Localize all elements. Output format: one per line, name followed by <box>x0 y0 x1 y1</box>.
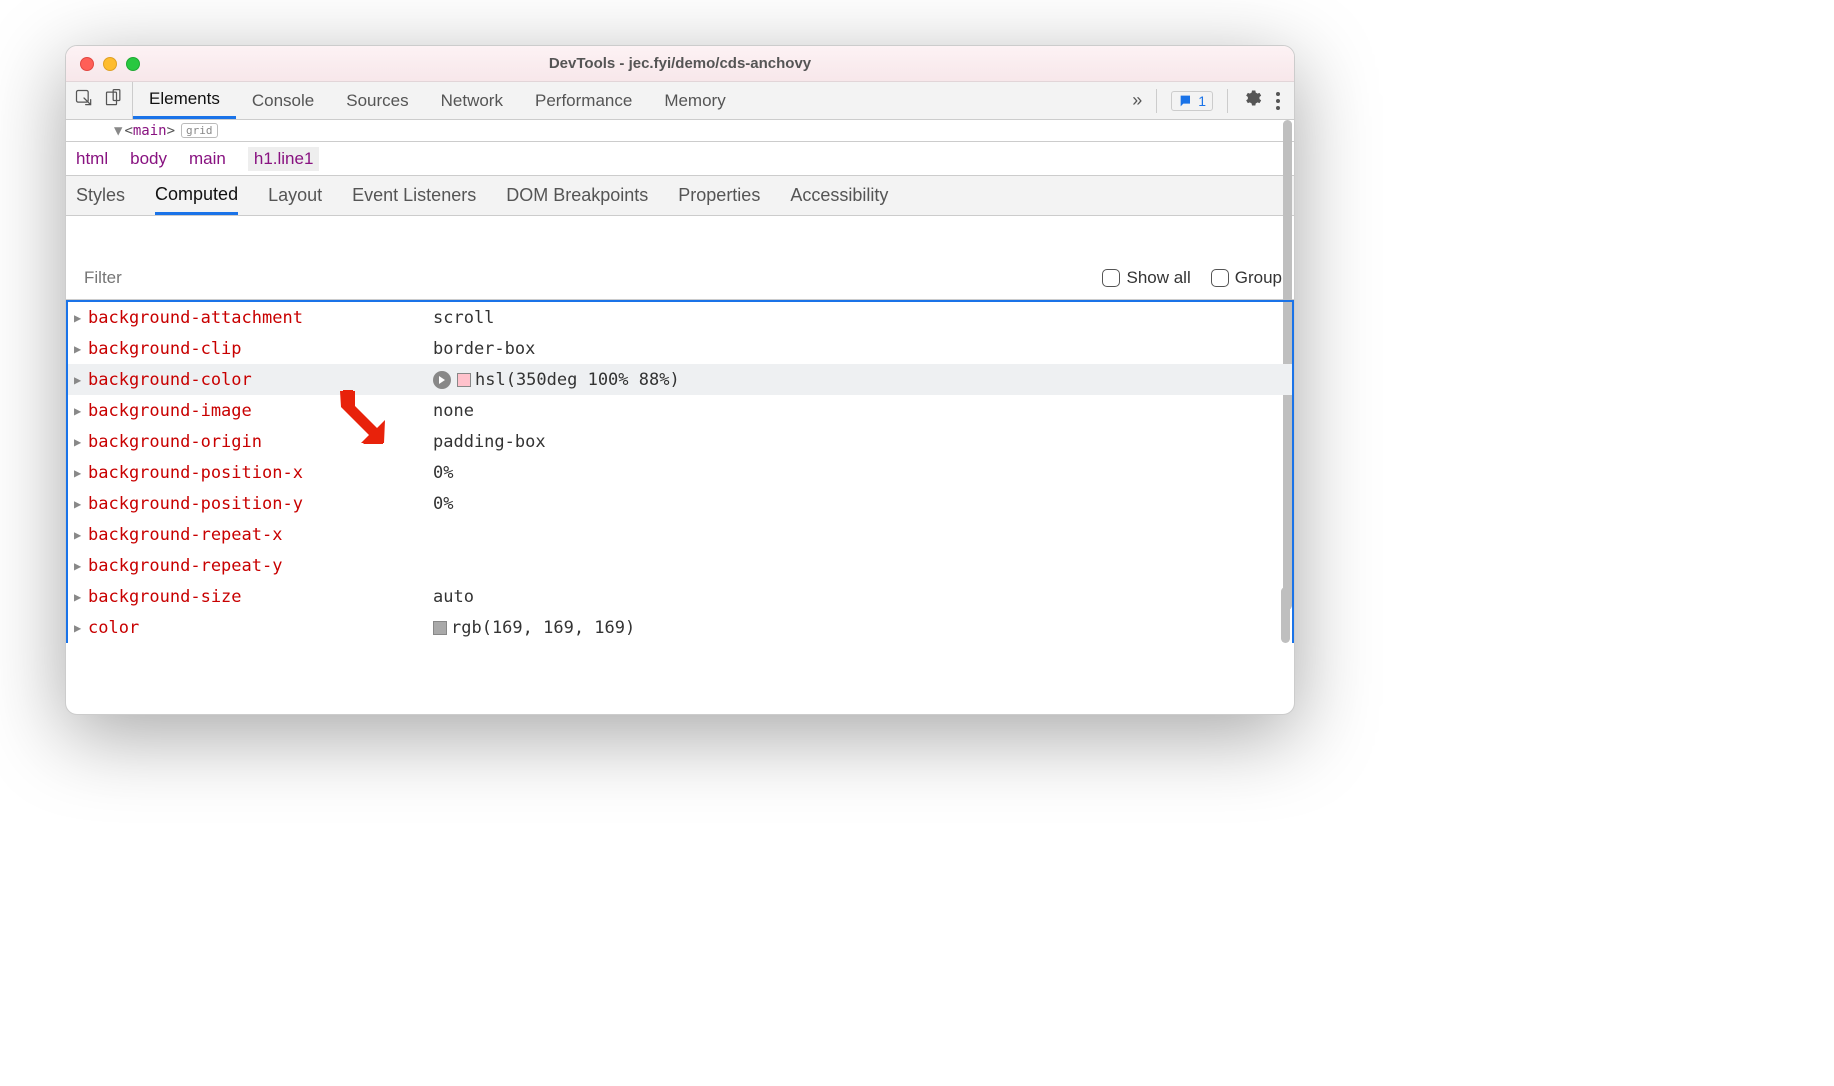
titlebar: DevTools - jec.fyi/demo/cds-anchovy <box>66 46 1294 82</box>
property-row[interactable]: ▶background-repeat-x <box>68 519 1292 550</box>
breadcrumb-body[interactable]: body <box>130 149 167 169</box>
property-row[interactable]: ▶background-repeat-y <box>68 550 1292 581</box>
expand-icon[interactable]: ▶ <box>74 497 88 511</box>
property-name: background-size <box>88 587 433 607</box>
subtab-accessibility[interactable]: Accessibility <box>790 176 888 215</box>
subtab-layout[interactable]: Layout <box>268 176 322 215</box>
goto-source-icon[interactable] <box>433 371 451 389</box>
subtab-properties[interactable]: Properties <box>678 176 760 215</box>
computed-properties: ▶background-attachmentscroll▶background-… <box>66 300 1294 643</box>
device-toggle-icon[interactable] <box>104 88 124 113</box>
inspect-icon[interactable] <box>74 88 94 113</box>
expand-icon[interactable]: ▶ <box>74 528 88 542</box>
property-row[interactable]: ▶background-clipborder-box <box>68 333 1292 364</box>
property-name: background-repeat-y <box>88 556 433 576</box>
breadcrumbs: html body main h1.line1 <box>66 142 1294 176</box>
property-name: background-color <box>88 370 433 390</box>
property-value[interactable]: none <box>433 401 474 421</box>
subtab-dom-breakpoints[interactable]: DOM Breakpoints <box>506 176 648 215</box>
expand-icon[interactable]: ▶ <box>74 621 88 635</box>
property-name: background-position-y <box>88 494 433 514</box>
expand-icon[interactable]: ▶ <box>74 559 88 573</box>
subtab-event-listeners[interactable]: Event Listeners <box>352 176 476 215</box>
settings-icon[interactable] <box>1242 88 1262 113</box>
kebab-menu-icon[interactable] <box>1276 92 1280 110</box>
tab-console[interactable]: Console <box>236 82 330 119</box>
property-name: background-attachment <box>88 308 433 328</box>
filter-bar: Show all Group <box>66 256 1294 300</box>
expand-icon[interactable]: ▶ <box>74 466 88 480</box>
group-checkbox[interactable]: Group <box>1211 268 1282 288</box>
property-row[interactable]: ▶color rgb(169, 169, 169) <box>68 612 1292 643</box>
expand-icon[interactable]: ▶ <box>74 435 88 449</box>
scrollbar[interactable] <box>1281 587 1290 643</box>
grid-badge[interactable]: grid <box>181 123 218 138</box>
tab-elements[interactable]: Elements <box>133 82 236 119</box>
tab-performance[interactable]: Performance <box>519 82 648 119</box>
tab-network[interactable]: Network <box>425 82 519 119</box>
expand-icon[interactable]: ▶ <box>74 404 88 418</box>
main-toolbar: ElementsConsoleSourcesNetworkPerformance… <box>66 82 1294 120</box>
main-tabs: ElementsConsoleSourcesNetworkPerformance… <box>133 82 1118 119</box>
expand-icon[interactable]: ▶ <box>74 342 88 356</box>
property-name: background-clip <box>88 339 433 359</box>
maximize-icon[interactable] <box>126 57 140 71</box>
property-value[interactable]: hsl(350deg 100% 88%) <box>475 370 680 390</box>
sidebar-tabs: Styles Computed Layout Event Listeners DOM B… <box>66 176 1294 216</box>
toolbar-right: » 1 <box>1118 82 1294 119</box>
subtab-styles[interactable]: Styles <box>76 176 125 215</box>
more-tabs-icon[interactable]: » <box>1132 90 1142 111</box>
filter-input[interactable] <box>78 262 1082 294</box>
expand-icon[interactable]: ▶ <box>74 373 88 387</box>
property-value[interactable]: border-box <box>433 339 535 359</box>
breadcrumb-h1-line1[interactable]: h1.line1 <box>248 147 320 171</box>
property-row[interactable]: ▶background-imagenone <box>68 395 1292 426</box>
expand-icon[interactable]: ▶ <box>74 311 88 325</box>
window-title: DevTools - jec.fyi/demo/cds-anchovy <box>549 55 811 72</box>
color-swatch[interactable] <box>433 621 447 635</box>
property-value[interactable]: padding-box <box>433 432 546 452</box>
property-row[interactable]: ▶background-position-y0% <box>68 488 1292 519</box>
property-value[interactable]: rgb(169, 169, 169) <box>451 618 635 638</box>
close-icon[interactable] <box>80 57 94 71</box>
caret-down-icon: ▼ <box>114 123 122 139</box>
devtools-window: DevTools - jec.fyi/demo/cds-anchovy Elem… <box>65 45 1295 715</box>
dom-tree-row[interactable]: ▼ <main> grid <box>66 120 1294 142</box>
tab-memory[interactable]: Memory <box>648 82 741 119</box>
color-swatch[interactable] <box>457 373 471 387</box>
minimize-icon[interactable] <box>103 57 117 71</box>
issues-count: 1 <box>1198 93 1206 109</box>
subtab-computed[interactable]: Computed <box>155 176 238 215</box>
show-all-checkbox[interactable]: Show all <box>1102 268 1190 288</box>
property-name: background-position-x <box>88 463 433 483</box>
breadcrumb-html[interactable]: html <box>76 149 108 169</box>
property-row[interactable]: ▶background-sizeauto <box>68 581 1292 612</box>
property-row[interactable]: ▶background-attachmentscroll <box>68 302 1292 333</box>
property-name: color <box>88 618 433 638</box>
property-value[interactable]: 0% <box>433 463 453 483</box>
property-value[interactable]: 0% <box>433 494 453 514</box>
annotation-arrow-icon <box>335 388 385 449</box>
property-value[interactable]: scroll <box>433 308 494 328</box>
issues-button[interactable]: 1 <box>1171 91 1213 111</box>
expand-icon[interactable]: ▶ <box>74 590 88 604</box>
tab-sources[interactable]: Sources <box>330 82 424 119</box>
breadcrumb-main[interactable]: main <box>189 149 226 169</box>
toolbar-left <box>66 82 133 119</box>
property-name: background-repeat-x <box>88 525 433 545</box>
property-row[interactable]: ▶background-originpadding-box <box>68 426 1292 457</box>
property-row[interactable]: ▶background-position-x0% <box>68 457 1292 488</box>
property-value[interactable]: auto <box>433 587 474 607</box>
property-row[interactable]: ▶background-color hsl(350deg 100% 88%) <box>68 364 1292 395</box>
window-controls <box>66 57 140 71</box>
